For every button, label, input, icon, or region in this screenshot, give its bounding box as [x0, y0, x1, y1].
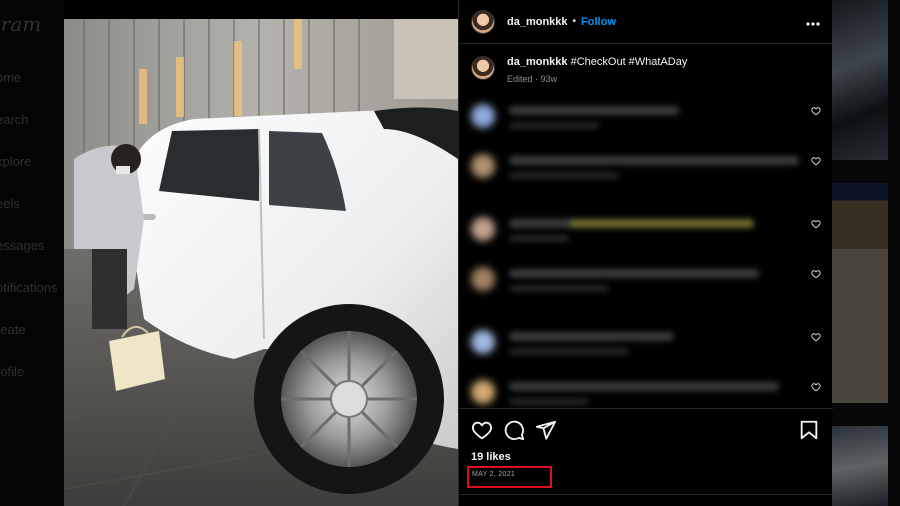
comment-like-icon[interactable]	[811, 106, 821, 116]
comment-avatar	[471, 217, 495, 241]
comment-avatar	[471, 267, 495, 291]
comment-like-icon[interactable]	[811, 219, 821, 229]
blurred-comment-text	[509, 332, 674, 341]
blurred-comment-meta	[509, 235, 569, 242]
bookmark-icon[interactable]	[798, 419, 820, 441]
blurred-comment-text	[509, 106, 679, 115]
sidebar-item-reels[interactable]: eels	[0, 196, 20, 211]
share-icon[interactable]	[535, 419, 557, 441]
avatar[interactable]	[471, 9, 495, 34]
comment-avatar	[471, 154, 495, 178]
blurred-comment-meta	[509, 122, 599, 129]
background-thumbnail	[832, 0, 888, 160]
caption-hashtags[interactable]: #CheckOut #WhatADay	[571, 56, 688, 68]
background-feed	[832, 0, 900, 506]
comment-item[interactable]	[459, 318, 833, 358]
blurred-comment-text	[509, 219, 754, 228]
likes-count[interactable]: 19 likes	[471, 451, 511, 463]
more-options-icon[interactable]	[806, 13, 820, 31]
sidebar: gram ome earch xplore eels essages otifi…	[0, 0, 64, 506]
blurred-comment-meta	[509, 172, 619, 179]
sidebar-item-profile[interactable]: rofile	[0, 364, 24, 379]
blurred-comment-meta	[509, 398, 589, 405]
post-caption: da_monkkk #CheckOut #WhatADay Edited · 9…	[459, 44, 832, 92]
blurred-comment-text	[509, 156, 799, 165]
sidebar-item-home[interactable]: ome	[0, 70, 21, 85]
comment-item[interactable]	[459, 142, 833, 182]
caption-meta: Edited · 93w	[507, 74, 558, 84]
sidebar-item-search[interactable]: earch	[0, 112, 29, 127]
background-thumbnail	[832, 183, 888, 403]
sidebar-item-messages[interactable]: essages	[0, 238, 44, 253]
background-thumbnail	[832, 426, 888, 506]
blurred-comment-meta	[509, 348, 629, 355]
post-actions	[471, 418, 820, 442]
comment-avatar	[471, 330, 495, 354]
comment-item[interactable]	[459, 205, 833, 245]
sidebar-item-explore[interactable]: xplore	[0, 154, 31, 169]
divider	[459, 408, 833, 409]
instagram-logo[interactable]: gram	[0, 12, 41, 36]
sidebar-item-notifications[interactable]: otifications	[0, 280, 57, 295]
car-photo	[64, 19, 458, 506]
comment-avatar	[471, 380, 495, 404]
comment-item[interactable]	[459, 92, 833, 132]
blurred-comment-text	[509, 269, 759, 278]
blurred-comment-text	[509, 382, 779, 391]
blurred-comment-meta	[509, 285, 609, 292]
comment-like-icon[interactable]	[811, 382, 821, 392]
caption-username[interactable]: da_monkkk	[507, 56, 568, 68]
comment-like-icon[interactable]	[811, 332, 821, 342]
comment-like-icon[interactable]	[811, 269, 821, 279]
post-date[interactable]: MAY 2, 2021	[472, 471, 515, 478]
post-header: da_monkkk • Follow	[459, 0, 832, 44]
divider	[459, 494, 833, 495]
comment-item[interactable]	[459, 368, 833, 408]
follow-button[interactable]: Follow	[581, 16, 616, 28]
comments-list	[459, 92, 833, 408]
caption-avatar[interactable]	[471, 56, 495, 80]
comment-icon[interactable]	[503, 419, 525, 441]
like-icon[interactable]	[471, 419, 493, 441]
post-image[interactable]	[64, 19, 458, 506]
separator-dot: •	[572, 16, 577, 27]
sidebar-item-create[interactable]: reate	[0, 322, 26, 337]
comment-like-icon[interactable]	[811, 156, 821, 166]
comment-avatar	[471, 104, 495, 128]
username-link[interactable]: da_monkkk	[507, 16, 568, 28]
post-details-panel: da_monkkk • Follow da_monkkk #CheckOut #…	[458, 0, 833, 506]
comment-item[interactable]	[459, 255, 833, 295]
